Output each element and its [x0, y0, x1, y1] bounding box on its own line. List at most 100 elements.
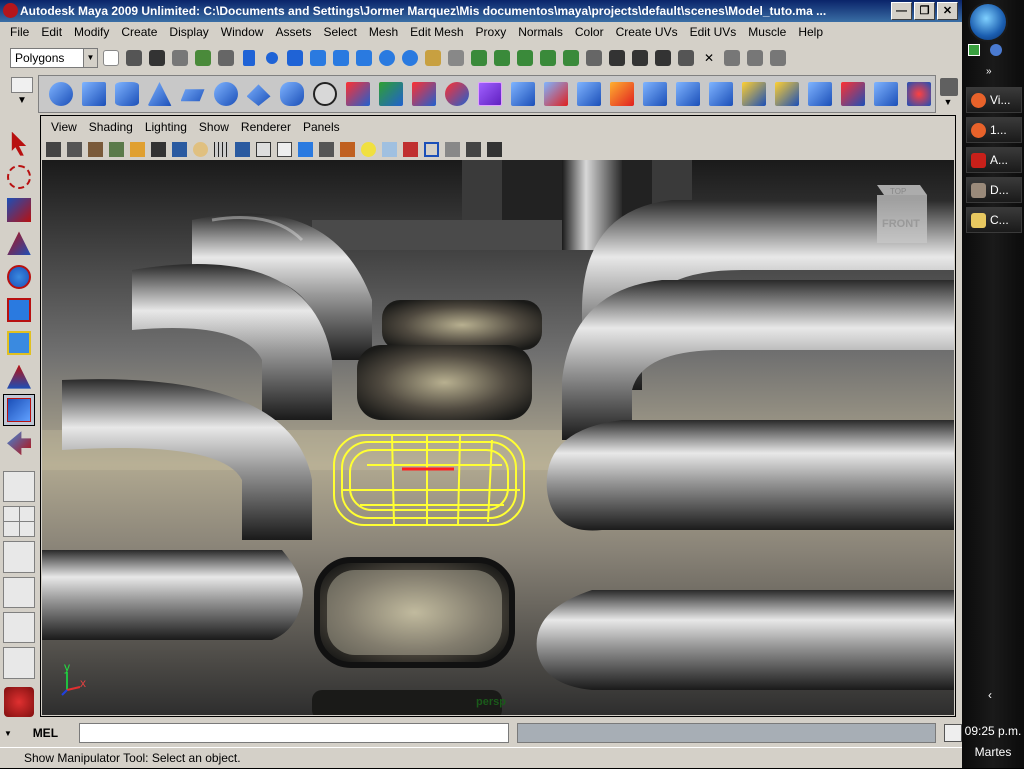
xray-icon[interactable] — [400, 139, 420, 159]
trash-icon[interactable] — [940, 78, 958, 96]
grid-icon[interactable] — [211, 139, 231, 159]
extrude-icon[interactable] — [507, 78, 538, 110]
image-plane-icon[interactable] — [106, 139, 126, 159]
select-object-icon[interactable] — [193, 47, 213, 69]
flat-shade-icon[interactable] — [316, 139, 336, 159]
open-scene-icon[interactable] — [124, 47, 144, 69]
xray-joints-icon[interactable] — [442, 139, 462, 159]
snap-to-view-planes-icon[interactable] — [538, 47, 558, 69]
taskbar-item[interactable]: A... — [966, 147, 1022, 173]
attribute-editor-icon[interactable] — [745, 47, 765, 69]
script-editor-icon[interactable] — [944, 724, 962, 742]
menu-create[interactable]: Create — [115, 25, 163, 39]
combine-icon[interactable] — [342, 78, 373, 110]
poke-icon[interactable] — [870, 78, 901, 110]
panel-menu-panels[interactable]: Panels — [297, 120, 346, 134]
separate-icon[interactable] — [375, 78, 406, 110]
persp-graph-hypergraph-layout-icon[interactable] — [3, 647, 35, 679]
poly-cube-icon[interactable] — [78, 78, 109, 110]
menu-edit-uvs[interactable]: Edit UVs — [684, 25, 743, 39]
quick-launch-icon[interactable] — [968, 44, 980, 56]
film-gate-icon[interactable] — [148, 139, 168, 159]
render-settings-icon[interactable] — [653, 47, 673, 69]
panel-menu-view[interactable]: View — [45, 120, 83, 134]
offset-edge-loop-icon[interactable] — [672, 78, 703, 110]
windows-start-icon[interactable] — [968, 2, 1008, 42]
menu-normals[interactable]: Normals — [512, 25, 569, 39]
show-manipulator-tool-icon[interactable] — [3, 394, 35, 426]
menu-edit[interactable]: Edit — [35, 25, 68, 39]
clock[interactable]: 09:25 p.m. — [962, 724, 1024, 738]
close-button[interactable]: ✕ — [937, 2, 958, 20]
construction-history-icon[interactable] — [584, 47, 604, 69]
select-hierarchy-icon[interactable] — [170, 47, 190, 69]
menu-set-dropdown[interactable]: Polygons ▼ — [10, 48, 98, 68]
panel-menu-renderer[interactable]: Renderer — [235, 120, 297, 134]
last-tool-used-icon[interactable] — [3, 428, 35, 459]
select-by-joint-icon[interactable] — [262, 47, 282, 69]
poly-helix-icon[interactable] — [309, 78, 340, 110]
menu-proxy[interactable]: Proxy — [470, 25, 513, 39]
camera-attributes-icon[interactable] — [64, 139, 84, 159]
menu-help[interactable]: Help — [792, 25, 829, 39]
poly-sphere-icon[interactable] — [45, 78, 76, 110]
extract-icon[interactable] — [408, 78, 439, 110]
use-all-lights-icon[interactable] — [358, 139, 378, 159]
single-perspective-layout-icon[interactable] — [3, 470, 35, 503]
channel-box-icon[interactable] — [722, 47, 742, 69]
menu-mesh[interactable]: Mesh — [363, 25, 404, 39]
maximize-button[interactable]: ❐ — [914, 2, 935, 20]
poly-cone-icon[interactable] — [144, 78, 175, 110]
shelf-tabs-button[interactable]: ▼ — [8, 75, 36, 113]
ipr-render-icon[interactable] — [630, 47, 650, 69]
texture-icon[interactable] — [232, 139, 252, 159]
rotate-tool-icon[interactable] — [3, 261, 35, 292]
wireframe-icon[interactable] — [274, 139, 294, 159]
poly-pipe-icon[interactable] — [276, 78, 307, 110]
select-by-misc-icon[interactable] — [400, 47, 420, 69]
render-current-frame-icon[interactable] — [607, 47, 627, 69]
show-hidden-icons-icon[interactable]: ‹ — [988, 688, 992, 702]
insert-edge-loop-icon[interactable] — [639, 78, 670, 110]
quick-launch-icon-2[interactable] — [990, 44, 1002, 56]
textured-icon[interactable] — [337, 139, 357, 159]
input-line-icon[interactable] — [676, 47, 696, 69]
script-language-label[interactable]: MEL — [20, 726, 71, 740]
select-by-surface-icon[interactable] — [308, 47, 328, 69]
scale-tool-icon[interactable] — [3, 294, 35, 325]
shadows-icon[interactable] — [379, 139, 399, 159]
hypershade-layout-icon[interactable] — [3, 612, 35, 644]
split-polygon-icon[interactable] — [606, 78, 637, 110]
viewport-3d[interactable]: TOP FRONT y x persp — [42, 160, 954, 715]
paint-select-tool-icon[interactable] — [3, 195, 35, 226]
taskbar-item[interactable]: D... — [966, 177, 1022, 203]
make-live-icon[interactable] — [561, 47, 581, 69]
menu-select[interactable]: Select — [317, 25, 362, 39]
taskbar-item[interactable]: 1... — [966, 117, 1022, 143]
panel-menu-shading[interactable]: Shading — [83, 120, 139, 134]
select-by-deformation-icon[interactable] — [331, 47, 351, 69]
new-scene-icon[interactable] — [101, 47, 121, 69]
bookmark-icon[interactable] — [85, 139, 105, 159]
merge-vertices-icon[interactable] — [738, 78, 769, 110]
persp-graph-layout-icon[interactable] — [3, 576, 35, 609]
smooth-proxy-icon[interactable] — [474, 78, 505, 110]
move-tool-icon[interactable] — [3, 228, 35, 259]
persp-outliner-layout-icon[interactable] — [3, 541, 35, 573]
poly-cylinder-icon[interactable] — [111, 78, 142, 110]
panel-menu-show[interactable]: Show — [193, 120, 235, 134]
smooth-icon[interactable] — [441, 78, 472, 110]
lock-selection-icon[interactable] — [423, 47, 443, 69]
wedge-icon[interactable] — [837, 78, 868, 110]
isolate-select-icon[interactable] — [421, 139, 441, 159]
chevron-down-icon[interactable]: » — [986, 66, 992, 77]
slide-edge-icon[interactable] — [705, 78, 736, 110]
smooth-shade-icon[interactable] — [295, 139, 315, 159]
select-by-dynamics-icon[interactable] — [354, 47, 374, 69]
poly-prism-icon[interactable] — [243, 78, 274, 110]
tool-settings-icon[interactable] — [768, 47, 788, 69]
menu-create-uvs[interactable]: Create UVs — [610, 25, 684, 39]
select-by-curve-icon[interactable] — [285, 47, 305, 69]
four-view-layout-icon[interactable] — [3, 506, 35, 538]
snap-to-points-icon[interactable] — [515, 47, 535, 69]
